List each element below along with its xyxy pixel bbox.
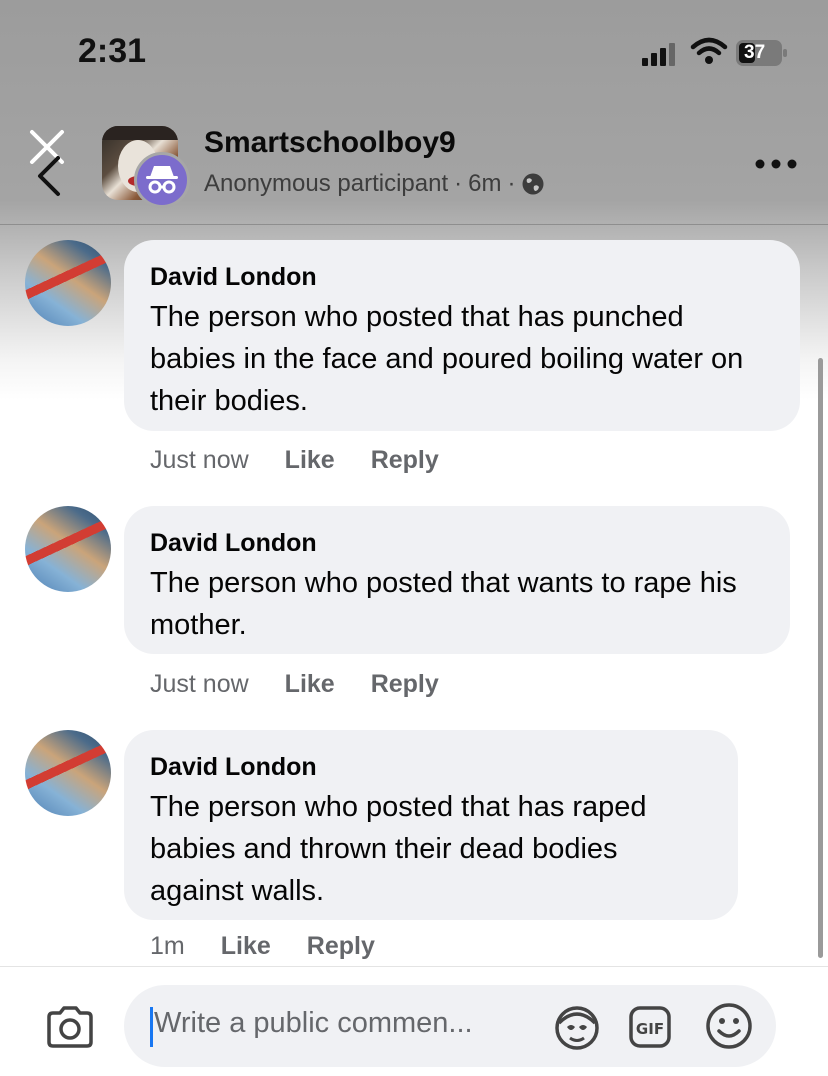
svg-text:GIF: GIF bbox=[636, 1020, 664, 1038]
like-button[interactable]: Like bbox=[285, 446, 335, 475]
comment-time: 1m bbox=[150, 932, 185, 960]
more-icon[interactable] bbox=[754, 156, 798, 172]
back-chevron-icon bbox=[38, 156, 60, 196]
commenter-name[interactable]: David London bbox=[150, 262, 774, 292]
reply-button[interactable]: Reply bbox=[307, 932, 375, 961]
globe-icon bbox=[522, 173, 544, 195]
comment-actions: Just now Like Reply bbox=[150, 670, 439, 699]
commenter-name[interactable]: David London bbox=[150, 528, 764, 558]
scrollbar[interactable] bbox=[818, 358, 823, 958]
camera-icon[interactable] bbox=[44, 1005, 96, 1049]
post-meta: Anonymous participant · 6m · bbox=[204, 170, 545, 198]
comment-placeholder: Write a public commen... bbox=[154, 1007, 473, 1039]
like-button[interactable]: Like bbox=[285, 670, 335, 699]
battery-level: 37 bbox=[744, 42, 766, 63]
avatar-sticker-icon[interactable] bbox=[552, 1003, 602, 1053]
comment-time: Just now bbox=[150, 446, 249, 474]
comment-actions: 1m Like Reply bbox=[150, 932, 375, 961]
emoji-icon[interactable] bbox=[704, 1001, 754, 1051]
anonymous-badge bbox=[134, 152, 190, 208]
commenter-avatar[interactable] bbox=[25, 730, 111, 816]
comment-actions: Just now Like Reply bbox=[150, 446, 439, 475]
close-back-button[interactable] bbox=[22, 124, 78, 204]
wifi-icon bbox=[690, 37, 728, 64]
like-button[interactable]: Like bbox=[221, 932, 271, 961]
comment-composer: Write a public commen... GIF bbox=[0, 966, 828, 1076]
poster-name[interactable]: Smartschoolboy9 bbox=[204, 126, 456, 160]
meta-separator: · bbox=[507, 170, 516, 197]
reply-button[interactable]: Reply bbox=[371, 670, 439, 699]
meta-separator: · bbox=[454, 170, 463, 197]
commenter-avatar[interactable] bbox=[25, 240, 111, 326]
comment-bubble: David London The person who posted that … bbox=[124, 240, 800, 431]
post-time[interactable]: 6m bbox=[468, 170, 501, 198]
comment-time: Just now bbox=[150, 670, 249, 698]
post-header: Smartschoolboy9 Anonymous participant · … bbox=[0, 110, 828, 225]
text-caret bbox=[150, 1007, 153, 1047]
gif-icon[interactable]: GIF bbox=[628, 1005, 672, 1049]
commenter-avatar[interactable] bbox=[25, 506, 111, 592]
comment-text: The person who posted that has punched b… bbox=[150, 301, 744, 417]
comment-input[interactable]: Write a public commen... GIF bbox=[124, 985, 776, 1067]
comment-bubble: David London The person who posted that … bbox=[124, 730, 738, 920]
commenter-name[interactable]: David London bbox=[150, 752, 712, 782]
poster-role: Anonymous participant bbox=[204, 170, 449, 197]
comment-text: The person who posted that wants to rape… bbox=[150, 567, 737, 641]
status-time: 2:31 bbox=[78, 32, 147, 70]
comment-text: The person who posted that has raped bab… bbox=[150, 791, 647, 907]
status-bar: 2:31 37 bbox=[0, 0, 828, 100]
reply-button[interactable]: Reply bbox=[371, 446, 439, 475]
signal-icon bbox=[642, 43, 675, 66]
comment-bubble: David London The person who posted that … bbox=[124, 506, 790, 654]
incognito-icon bbox=[146, 166, 178, 194]
battery-icon: 37 bbox=[736, 40, 788, 66]
